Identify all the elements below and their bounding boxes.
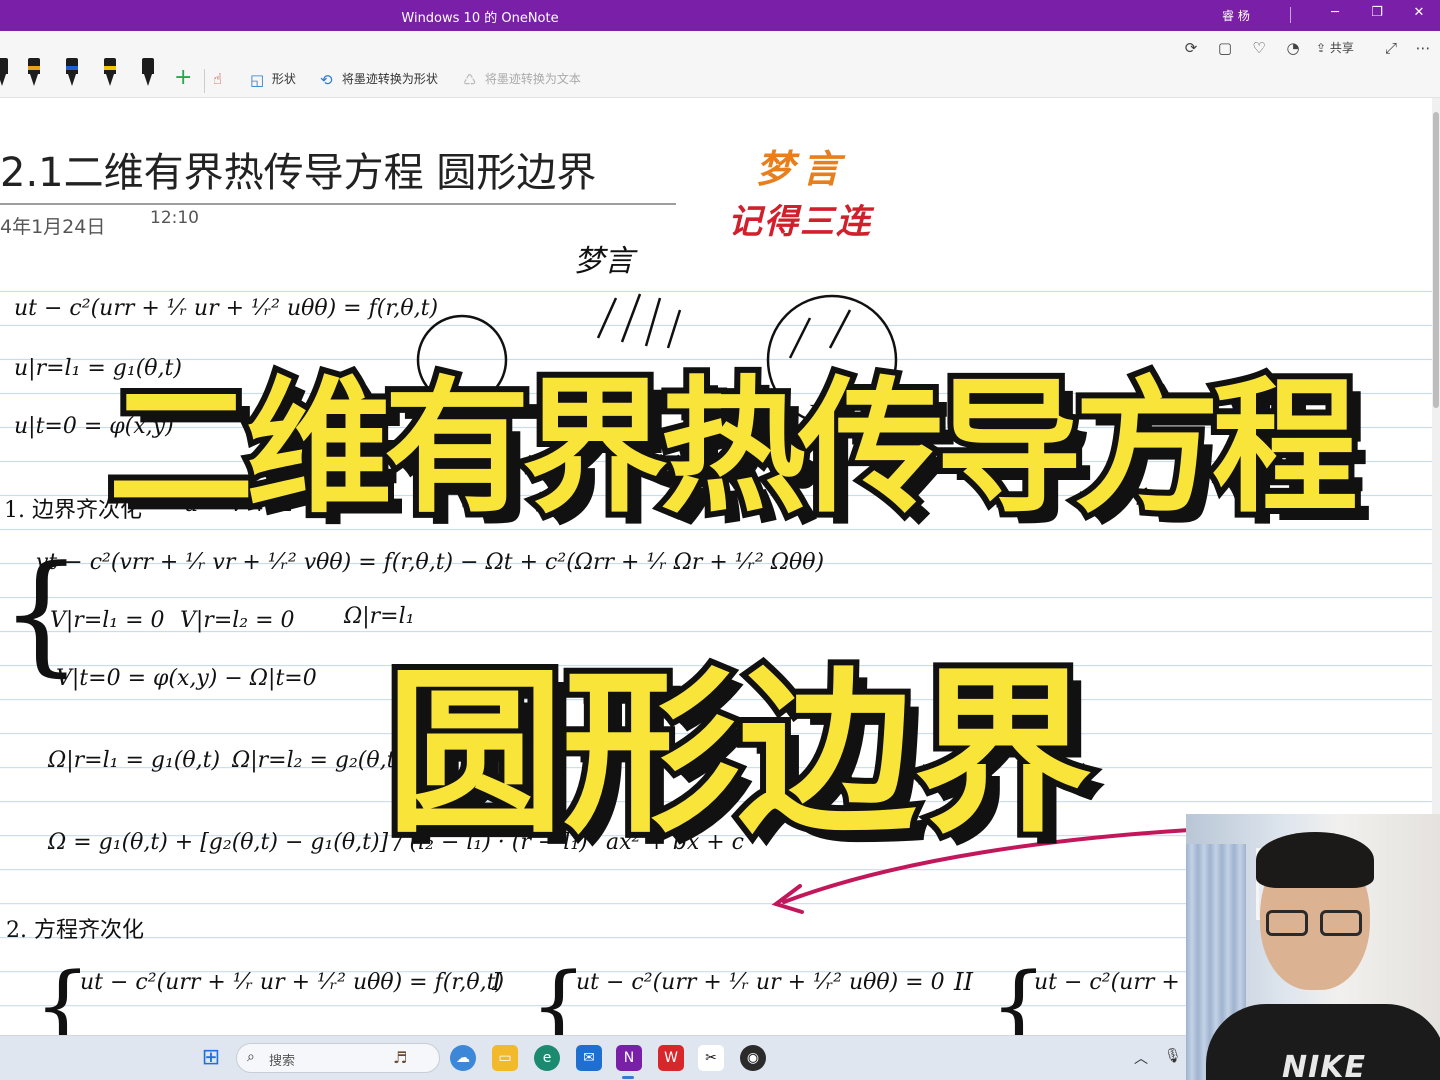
ribbon-divider — [204, 69, 205, 93]
wps-icon[interactable]: W — [658, 1045, 684, 1071]
share-icon: ⇪ — [1316, 41, 1327, 55]
active-app-indicator — [622, 1076, 634, 1079]
widgets-icon[interactable]: ☁ — [450, 1045, 476, 1071]
sync-icon[interactable]: ⟳ — [1180, 37, 1202, 59]
webcam-overlay: NIKE — [1186, 814, 1440, 1080]
file-explorer-icon[interactable]: ▭ — [492, 1045, 518, 1071]
ribbon-toolbar: ⟳ ▢ ♡ ◔ ⇪ 共享 ⤢ ⋯ + ☝ ◱ 形状 ⟲ 将墨迹转换为形状 ♺ 将… — [0, 31, 1440, 98]
window-title: Windows 10 的 OneNote — [401, 11, 559, 26]
presenter-hair — [1256, 832, 1374, 888]
windows-taskbar: ⊞ ⌕ 搜索 ♬ ☁ ▭ e ✉ N W ✂ ◉ ︿ 🎙︎ — [0, 1035, 1186, 1080]
titlebar-divider — [1290, 7, 1291, 23]
minimize-button[interactable]: ─ — [1324, 5, 1346, 25]
pen-tool[interactable] — [140, 58, 156, 88]
taskbar-search[interactable]: ⌕ 搜索 ♬ — [236, 1043, 440, 1073]
search-highlight-icon: ♬ — [393, 1048, 408, 1067]
title-bar: Windows 10 的 OneNote 睿 杨 ─ ❐ ✕ — [0, 0, 1440, 31]
restore-button[interactable]: ❐ — [1366, 5, 1388, 25]
shapes-button[interactable]: ◱ 形状 — [250, 70, 296, 89]
start-icon[interactable]: ⊞ — [198, 1045, 224, 1071]
ink-to-text-button[interactable]: ♺ 将墨迹转换为文本 — [463, 70, 581, 89]
pen-tool[interactable] — [64, 58, 80, 88]
add-pen-button[interactable]: + — [174, 65, 192, 90]
ink-to-shape-button[interactable]: ⟲ 将墨迹转换为形状 — [320, 70, 438, 89]
search-placeholder: 搜索 — [269, 1054, 296, 1069]
onenote-icon[interactable]: N — [616, 1045, 642, 1071]
ink-to-shape-label: 将墨迹转换为形状 — [341, 72, 438, 86]
overlay-subheadline: 圆形边界 — [380, 644, 1098, 863]
shapes-icon: ◱ — [250, 70, 265, 89]
bell-icon[interactable]: ◔ — [1282, 37, 1304, 59]
share-button[interactable]: ⇪ 共享 — [1316, 37, 1368, 59]
capcut-icon[interactable]: ✂ — [698, 1045, 724, 1071]
page-view-icon[interactable]: ▢ — [1214, 37, 1236, 59]
expand-icon[interactable]: ⤢ — [1380, 37, 1402, 59]
overlay-headline: 二维有界热传导方程 — [102, 357, 1364, 539]
lasso-icon: ☝ — [213, 70, 223, 88]
presenter-glasses — [1266, 910, 1364, 936]
search-icon: ⌕ — [247, 1049, 255, 1065]
tray-expand-icon[interactable]: ︿ — [1134, 1048, 1148, 1068]
ink-to-text-icon: ♺ — [463, 70, 477, 89]
lightbulb-icon[interactable]: ♡ — [1248, 37, 1270, 59]
account-name[interactable]: 睿 杨 — [1222, 7, 1250, 24]
pen-tool[interactable] — [0, 58, 10, 88]
pen-tool[interactable] — [26, 58, 42, 88]
lasso-select-button[interactable]: ☝ — [213, 70, 231, 88]
ink-to-text-label: 将墨迹转换为文本 — [484, 72, 581, 86]
microphone-icon[interactable]: 🎙︎ — [1164, 1048, 1182, 1064]
shapes-label: 形状 — [271, 72, 296, 86]
highlighter-tool[interactable] — [102, 58, 118, 88]
close-button[interactable]: ✕ — [1408, 5, 1430, 25]
more-icon[interactable]: ⋯ — [1412, 37, 1434, 59]
share-label: 共享 — [1329, 41, 1354, 55]
mail-icon[interactable]: ✉ — [576, 1045, 602, 1071]
edge-icon[interactable]: e — [534, 1045, 560, 1071]
ink-to-shape-icon: ⟲ — [320, 70, 333, 89]
shirt-logo: NIKE — [1282, 1050, 1367, 1080]
obs-icon[interactable]: ◉ — [740, 1045, 766, 1071]
